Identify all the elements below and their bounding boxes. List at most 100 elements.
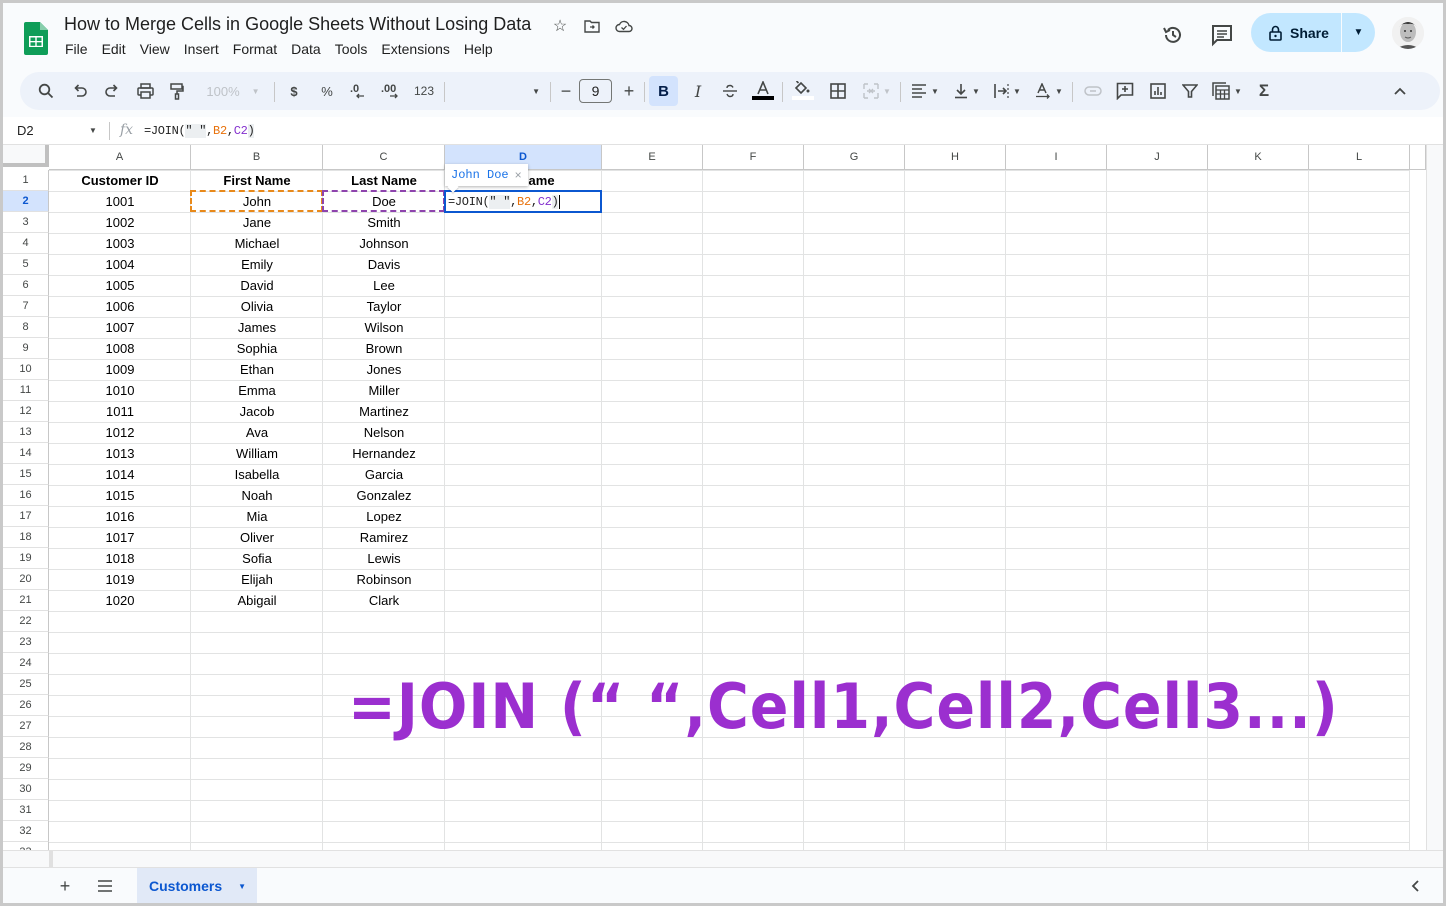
zoom-select[interactable]: 100% ▼ xyxy=(198,72,268,110)
cell-a15[interactable]: 1014 xyxy=(49,464,191,485)
row-header-11[interactable]: 11 xyxy=(3,380,49,401)
filter-views-icon[interactable]: ▼ xyxy=(1208,72,1246,110)
cell-a21[interactable]: 1020 xyxy=(49,590,191,611)
filter-icon[interactable] xyxy=(1177,72,1203,110)
column-header-c[interactable]: C xyxy=(323,145,445,170)
text-color-icon[interactable] xyxy=(750,72,776,110)
cell-b14[interactable]: William xyxy=(191,443,323,464)
row-header-24[interactable]: 24 xyxy=(3,653,49,674)
column-header-h[interactable]: H xyxy=(905,145,1006,170)
name-box-dropdown-icon[interactable]: ▼ xyxy=(89,126,97,135)
name-box[interactable]: D2 xyxy=(17,123,34,138)
font-size-input[interactable]: 9 xyxy=(579,79,612,103)
cell-c20[interactable]: Robinson xyxy=(323,569,445,590)
all-sheets-button[interactable] xyxy=(93,874,117,898)
formula-input[interactable]: =JOIN(" ",B2,C2) xyxy=(144,124,255,138)
row-header-6[interactable]: 6 xyxy=(3,275,49,296)
row-header-26[interactable]: 26 xyxy=(3,695,49,716)
text-rotation-icon[interactable]: ▼ xyxy=(1030,72,1068,110)
menu-tools[interactable]: Tools xyxy=(335,41,375,57)
row-header-17[interactable]: 17 xyxy=(3,506,49,527)
cell-a13[interactable]: 1012 xyxy=(49,422,191,443)
row-header-4[interactable]: 4 xyxy=(3,233,49,254)
cell-c4[interactable]: Johnson xyxy=(323,233,445,254)
cell-b8[interactable]: James xyxy=(191,317,323,338)
sheet-tab-customers[interactable]: Customers ▼ xyxy=(137,868,257,903)
row-header-27[interactable]: 27 xyxy=(3,716,49,737)
text-wrapping-icon[interactable]: ▼ xyxy=(988,72,1026,110)
menu-extensions[interactable]: Extensions xyxy=(381,41,456,57)
row-header-23[interactable]: 23 xyxy=(3,632,49,653)
cell-a18[interactable]: 1017 xyxy=(49,527,191,548)
cell-c6[interactable]: Lee xyxy=(323,275,445,296)
print-icon[interactable] xyxy=(133,72,157,110)
row-header-7[interactable]: 7 xyxy=(3,296,49,317)
cell-b21[interactable]: Abigail xyxy=(191,590,323,611)
row-header-19[interactable]: 19 xyxy=(3,548,49,569)
select-all-corner[interactable] xyxy=(3,145,49,167)
cell-a17[interactable]: 1016 xyxy=(49,506,191,527)
row-header-21[interactable]: 21 xyxy=(3,590,49,611)
row-header-28[interactable]: 28 xyxy=(3,737,49,758)
share-options-dropdown[interactable]: ▼ xyxy=(1342,27,1375,38)
menu-help[interactable]: Help xyxy=(464,41,500,57)
star-icon[interactable]: ☆ xyxy=(550,16,570,36)
header-cell-a[interactable]: Customer ID xyxy=(49,170,191,191)
cell-c15[interactable]: Garcia xyxy=(323,464,445,485)
cell-b17[interactable]: Mia xyxy=(191,506,323,527)
row-header-10[interactable]: 10 xyxy=(3,359,49,380)
cell-a19[interactable]: 1018 xyxy=(49,548,191,569)
row-header-9[interactable]: 9 xyxy=(3,338,49,359)
row-header-18[interactable]: 18 xyxy=(3,527,49,548)
column-header-a[interactable]: A xyxy=(49,145,191,170)
functions-button[interactable]: Σ xyxy=(1252,72,1276,110)
document-title[interactable]: How to Merge Cells in Google Sheets With… xyxy=(64,14,531,35)
cell-b10[interactable]: Ethan xyxy=(191,359,323,380)
italic-button[interactable]: I xyxy=(686,72,710,110)
cell-a20[interactable]: 1019 xyxy=(49,569,191,590)
cell-c7[interactable]: Taylor xyxy=(323,296,445,317)
vertical-align-icon[interactable]: ▼ xyxy=(948,72,986,110)
cell-a2[interactable]: 1001 xyxy=(49,191,191,212)
cell-c10[interactable]: Jones xyxy=(323,359,445,380)
cell-c12[interactable]: Martinez xyxy=(323,401,445,422)
column-header-g[interactable]: G xyxy=(804,145,905,170)
cell-b20[interactable]: Elijah xyxy=(191,569,323,590)
row-header-2[interactable]: 2 xyxy=(3,191,49,212)
menu-format[interactable]: Format xyxy=(233,41,284,57)
row-header-8[interactable]: 8 xyxy=(3,317,49,338)
cell-b5[interactable]: Emily xyxy=(191,254,323,275)
cell-c11[interactable]: Miller xyxy=(323,380,445,401)
cell-b16[interactable]: Noah xyxy=(191,485,323,506)
active-cell-editor[interactable]: =JOIN(" ", B2, C2) xyxy=(444,190,602,213)
version-history-icon[interactable] xyxy=(1161,23,1185,47)
cell-b15[interactable]: Isabella xyxy=(191,464,323,485)
cell-b7[interactable]: Olivia xyxy=(191,296,323,317)
insert-comment-icon[interactable] xyxy=(1112,72,1138,110)
spreadsheet-grid[interactable]: A B C D E F G H I J K L 1 2 3 4 5 6 7 8 9 10 11 12 13 14 15 16 17 18 1… xyxy=(3,145,1426,850)
comments-icon[interactable] xyxy=(1210,23,1234,47)
row-header-15[interactable]: 15 xyxy=(3,464,49,485)
decrease-font-size-button[interactable]: − xyxy=(556,72,576,110)
cell-a10[interactable]: 1009 xyxy=(49,359,191,380)
cell-b4[interactable]: Michael xyxy=(191,233,323,254)
sheets-logo-icon[interactable] xyxy=(24,22,48,55)
cell-a14[interactable]: 1013 xyxy=(49,443,191,464)
redo-icon[interactable] xyxy=(100,72,124,110)
cell-b18[interactable]: Oliver xyxy=(191,527,323,548)
borders-icon[interactable] xyxy=(826,72,850,110)
bold-button[interactable]: B xyxy=(649,76,678,106)
close-preview-icon[interactable]: × xyxy=(515,168,522,182)
column-header-k[interactable]: K xyxy=(1208,145,1309,170)
row-header-29[interactable]: 29 xyxy=(3,758,49,779)
font-family-select[interactable]: ▼ xyxy=(450,72,540,110)
strikethrough-icon[interactable] xyxy=(718,72,742,110)
row-header-14[interactable]: 14 xyxy=(3,443,49,464)
cell-a7[interactable]: 1006 xyxy=(49,296,191,317)
cell-c5[interactable]: Davis xyxy=(323,254,445,275)
row-header-32[interactable]: 32 xyxy=(3,821,49,842)
row-header-13[interactable]: 13 xyxy=(3,422,49,443)
cell-b9[interactable]: Sophia xyxy=(191,338,323,359)
cell-c19[interactable]: Lewis xyxy=(323,548,445,569)
cell-a8[interactable]: 1007 xyxy=(49,317,191,338)
